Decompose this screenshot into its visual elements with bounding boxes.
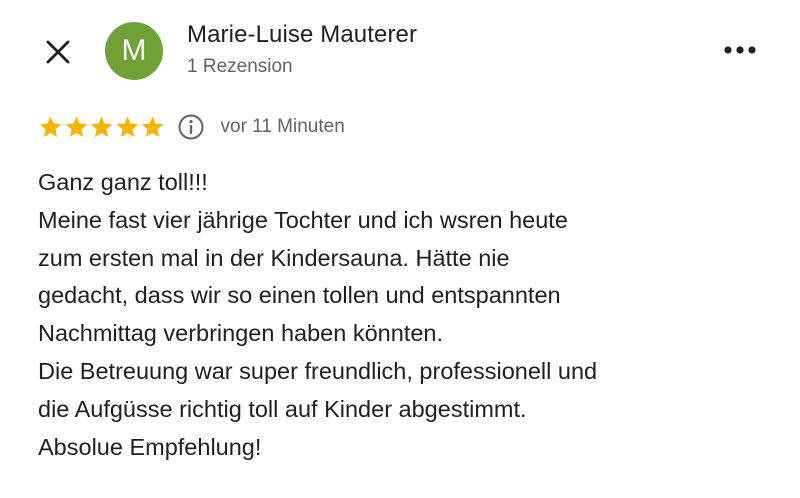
info-button[interactable] — [177, 113, 205, 141]
star-icon — [65, 116, 87, 137]
reviewer-name[interactable]: Marie-Luise Mauterer — [187, 21, 417, 49]
close-icon — [46, 40, 70, 64]
review-header: M Marie-Luise Mauterer 1 Rezension — [0, 0, 800, 110]
review-text-line: die Aufgüsse richtig toll auf Kinder abg… — [38, 395, 527, 422]
review-text-line: Absolue Empfehlung! — [38, 433, 262, 460]
review-text-line: Ganz ganz toll!!! — [38, 169, 208, 195]
review-time: vor 11 Minuten — [220, 116, 345, 137]
review-text-line: Nachmittag verbringen haben könnten. — [38, 320, 443, 347]
avatar[interactable]: M — [105, 22, 163, 80]
avatar-letter: M — [121, 34, 147, 67]
review-text-line: Die Betreuung war super freundlich, prof… — [38, 357, 598, 384]
review-text: Ganz ganz toll!!! Meine fast vier jährige… — [38, 164, 778, 466]
close-button[interactable] — [40, 34, 76, 70]
star-icon — [90, 116, 113, 137]
star-icon — [39, 116, 62, 137]
review-text-line: Meine fast vier jährige Tochter und ich … — [38, 206, 568, 233]
more-options-button[interactable] — [722, 36, 758, 64]
star-rating — [38, 115, 166, 140]
review-count: 1 Rezension — [187, 56, 293, 77]
review-text-line: gedacht, dass wir so einen tollen und en… — [38, 282, 561, 309]
info-icon — [178, 114, 203, 140]
review-text-line: zum ersten mal in der Kindersauna. Hätte… — [38, 244, 510, 271]
star-icon — [141, 116, 164, 137]
star-icon — [116, 116, 138, 137]
rating-row: vor 11 Minuten — [38, 112, 345, 142]
more-horizontal-icon — [724, 46, 756, 54]
